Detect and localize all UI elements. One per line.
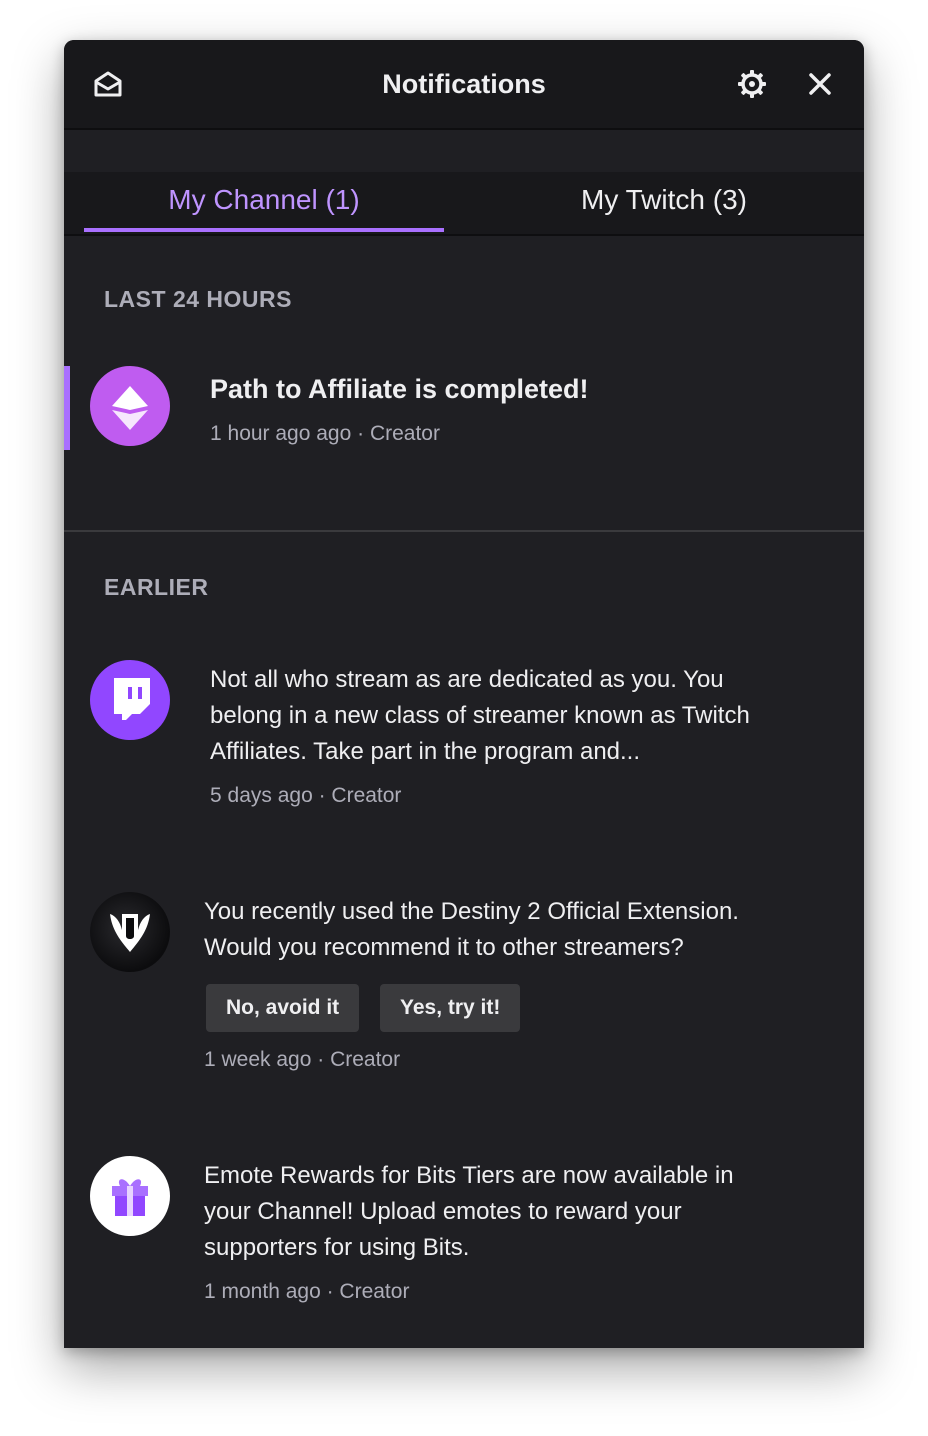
notifications-panel: Notifications My Channel (1) My Twitch (… bbox=[64, 40, 864, 1348]
tab-my-channel[interactable]: My Channel (1) bbox=[84, 172, 444, 234]
no-avoid-it-button[interactable]: No, avoid it bbox=[206, 984, 360, 1032]
section-divider bbox=[64, 530, 864, 532]
section-label-recent: LAST 24 HOURS bbox=[104, 286, 292, 312]
notification-text[interactable]: Emote Rewards for Bits Tiers are now ava… bbox=[204, 1158, 784, 1266]
unread-indicator bbox=[64, 366, 70, 450]
tab-my-twitch[interactable]: My Twitch (3) bbox=[484, 172, 844, 234]
notification-text[interactable]: You recently used the Destiny 2 Official… bbox=[204, 894, 784, 966]
notification-meta: 1 hour ago ago · Creator bbox=[210, 422, 440, 445]
gear-icon[interactable] bbox=[732, 64, 772, 104]
gift-icon bbox=[90, 1156, 170, 1236]
destiny-logo-icon bbox=[90, 892, 170, 972]
notification-meta: 1 week ago · Creator bbox=[204, 1048, 401, 1071]
notification-meta: 5 days ago · Creator bbox=[210, 784, 402, 807]
tab-bar: My Channel (1) My Twitch (3) bbox=[64, 172, 864, 236]
notification-title[interactable]: Path to Affiliate is completed! bbox=[210, 374, 589, 405]
affiliate-badge-icon bbox=[90, 366, 170, 446]
close-icon[interactable] bbox=[800, 64, 840, 104]
notification-text[interactable]: Not all who stream as are dedicated as y… bbox=[210, 662, 770, 770]
notification-meta: 1 month ago · Creator bbox=[204, 1280, 410, 1303]
yes-try-it-button[interactable]: Yes, try it! bbox=[380, 984, 521, 1032]
section-label-earlier: EARLIER bbox=[104, 574, 209, 600]
active-tab-indicator bbox=[84, 228, 444, 232]
panel-header: Notifications bbox=[64, 40, 864, 130]
twitch-glitch-icon bbox=[90, 660, 170, 740]
